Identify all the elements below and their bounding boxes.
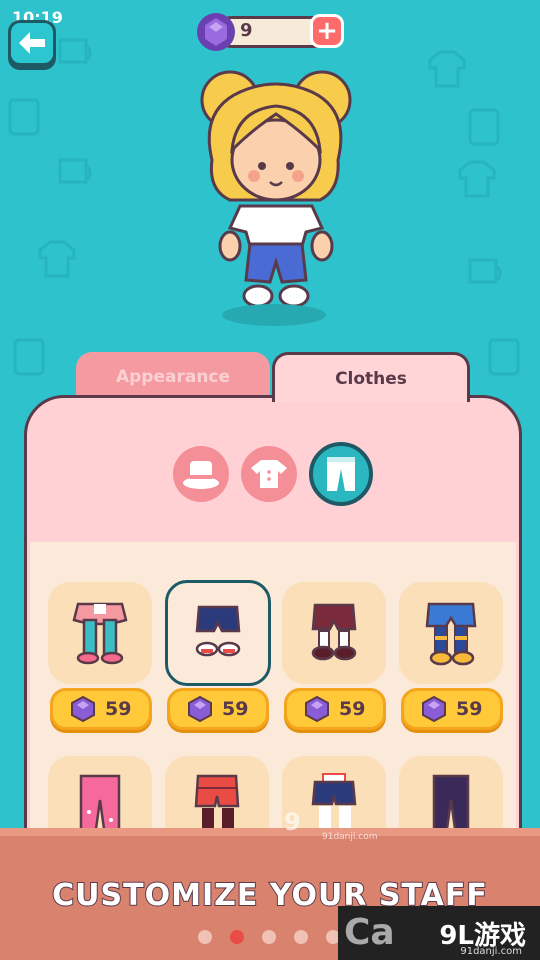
watermark-center-text: 9 (284, 808, 301, 836)
add-gems-button[interactable]: + (310, 14, 344, 48)
gem-count: 9 (240, 20, 253, 41)
navy-shorts-icon (195, 605, 241, 657)
gem-counter: 9 + (196, 12, 346, 52)
item-card[interactable] (48, 582, 152, 684)
blue-shorts-boots-icon (425, 602, 477, 666)
hat-icon (183, 461, 219, 489)
gem-icon (197, 13, 235, 51)
price-button[interactable]: 59 (167, 688, 269, 730)
back-button[interactable] (8, 20, 56, 66)
character-shadow (222, 304, 326, 326)
watermark-corner-sub: 91danji.com (460, 946, 522, 957)
category-hat[interactable] (173, 446, 229, 502)
category-row (27, 438, 519, 506)
price-button[interactable]: 59 (401, 688, 503, 730)
category-shirt[interactable] (241, 446, 297, 502)
plus-icon: + (316, 16, 338, 46)
price-button[interactable]: 59 (50, 688, 152, 730)
price-value: 59 (105, 698, 132, 720)
shirt-icon (251, 460, 287, 488)
banner-edge (0, 828, 540, 836)
watermark-corner: Ca 9L游戏 91danji.com (338, 906, 540, 960)
watermark-center-sub: 91danji.com (322, 832, 378, 842)
gem-icon (188, 695, 212, 723)
gem-icon (71, 695, 95, 723)
page-dot[interactable] (198, 930, 212, 944)
item-card-selected[interactable] (165, 580, 271, 686)
page-dot[interactable] (294, 930, 308, 944)
price-value: 59 (222, 698, 249, 720)
pink-skirt-leggings-icon (72, 602, 128, 665)
watermark-logo-icon: Ca (344, 912, 395, 953)
page-indicator (198, 930, 340, 944)
item-card[interactable] (399, 582, 503, 684)
pants-icon (327, 457, 355, 491)
category-pants[interactable] (309, 442, 373, 506)
price-value: 59 (456, 698, 483, 720)
page-dot-active[interactable] (230, 930, 244, 944)
gem-icon (305, 695, 329, 723)
page-dot[interactable] (262, 930, 276, 944)
price-value: 59 (339, 698, 366, 720)
character-avatar (200, 70, 352, 308)
tab-clothes[interactable]: Clothes (272, 352, 470, 402)
watermark-center: 9 91danji.com (284, 808, 377, 842)
item-card[interactable] (282, 582, 386, 684)
back-arrow-icon (19, 32, 45, 54)
burgundy-shorts-socks-icon (311, 603, 357, 661)
gem-icon (422, 695, 446, 723)
price-button[interactable]: 59 (284, 688, 386, 730)
